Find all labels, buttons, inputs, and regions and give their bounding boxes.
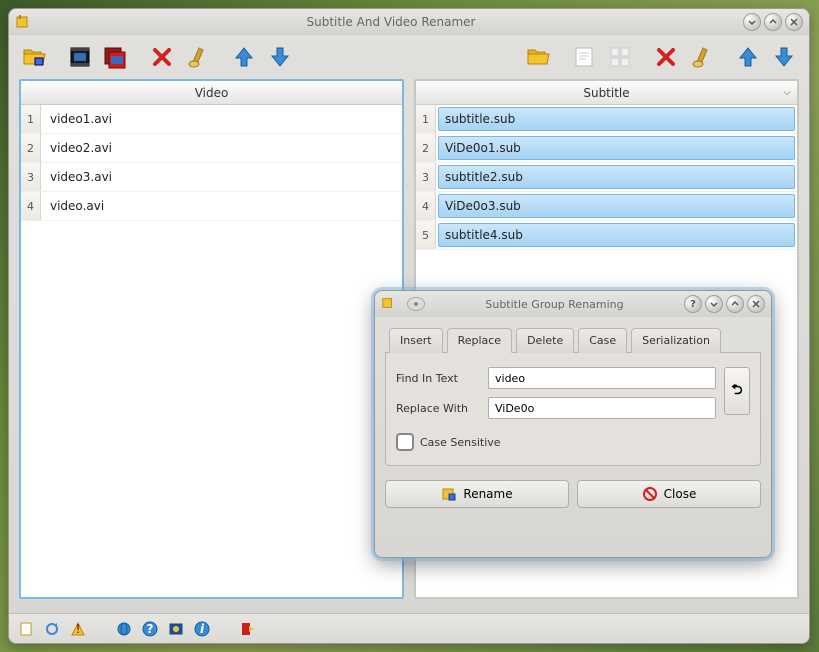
window-buttons bbox=[743, 13, 803, 31]
main-toolbar bbox=[9, 35, 809, 79]
subtitle-panel-header[interactable]: Subtitle ⌵ bbox=[416, 81, 797, 105]
row-number: 2 bbox=[21, 134, 41, 162]
add-subtitle-button[interactable] bbox=[567, 40, 601, 74]
dialog-pin-icon[interactable] bbox=[407, 297, 425, 311]
row-cell: video2.avi bbox=[43, 136, 400, 160]
rename-dialog: Subtitle Group Renaming ? Insert Replace… bbox=[374, 290, 772, 558]
svg-text:!: ! bbox=[76, 622, 81, 636]
tab-case[interactable]: Case bbox=[578, 328, 627, 353]
row-number: 5 bbox=[416, 221, 436, 249]
row-number: 4 bbox=[21, 192, 41, 220]
video-move-up-button[interactable] bbox=[227, 40, 261, 74]
row-cell: video3.avi bbox=[43, 165, 400, 189]
dialog-app-icon bbox=[381, 296, 397, 312]
dialog-window-buttons: ? bbox=[684, 295, 765, 313]
remove-subtitle-button[interactable] bbox=[649, 40, 683, 74]
video-move-down-button[interactable] bbox=[263, 40, 297, 74]
list-row[interactable]: 4ViDe0o3.sub bbox=[416, 192, 797, 221]
main-title: Subtitle And Video Renamer bbox=[39, 15, 743, 29]
row-number: 1 bbox=[21, 105, 41, 133]
info-icon[interactable]: i bbox=[193, 620, 211, 638]
swap-button[interactable]: ݁⮌ bbox=[724, 367, 750, 415]
rename-button-label: Rename bbox=[463, 487, 512, 501]
remove-video-button[interactable] bbox=[145, 40, 179, 74]
video-list[interactable]: 1video1.avi2video2.avi3video3.avi4video.… bbox=[21, 105, 402, 597]
row-cell: subtitle2.sub bbox=[438, 165, 795, 189]
clear-video-button[interactable] bbox=[181, 40, 215, 74]
add-subtitles-button[interactable] bbox=[603, 40, 637, 74]
video-panel-header[interactable]: Video bbox=[21, 81, 402, 105]
main-titlebar: Subtitle And Video Renamer bbox=[9, 9, 809, 35]
case-sensitive-label: Case Sensitive bbox=[420, 436, 501, 449]
rename-button[interactable]: Rename bbox=[385, 480, 569, 508]
add-video-button[interactable] bbox=[63, 40, 97, 74]
list-row[interactable]: 3video3.avi bbox=[21, 163, 402, 192]
document-icon[interactable] bbox=[17, 620, 35, 638]
row-number: 3 bbox=[21, 163, 41, 191]
tab-content-replace: Find In Text Replace With ݁⮌ Case Sensit… bbox=[385, 353, 761, 466]
list-row[interactable]: 2ViDe0o1.sub bbox=[416, 134, 797, 163]
row-number: 1 bbox=[416, 105, 436, 133]
badge-icon[interactable] bbox=[167, 620, 185, 638]
refresh-icon[interactable] bbox=[43, 620, 61, 638]
replace-input[interactable] bbox=[488, 397, 716, 419]
dialog-maximize-button[interactable] bbox=[726, 295, 744, 313]
replace-label: Replace With bbox=[396, 402, 480, 415]
list-row[interactable]: 2video2.avi bbox=[21, 134, 402, 163]
open-subtitle-folder-button[interactable] bbox=[521, 40, 555, 74]
tab-delete[interactable]: Delete bbox=[516, 328, 574, 353]
open-video-folder-button[interactable] bbox=[17, 40, 51, 74]
dialog-close-button[interactable] bbox=[747, 295, 765, 313]
close-button-label: Close bbox=[664, 487, 697, 501]
maximize-button[interactable] bbox=[764, 13, 782, 31]
dialog-title: Subtitle Group Renaming bbox=[425, 298, 684, 311]
dialog-body: Insert Replace Delete Case Serialization… bbox=[375, 317, 771, 518]
chevron-down-icon[interactable]: ⌵ bbox=[783, 87, 791, 98]
globe-icon[interactable] bbox=[115, 620, 133, 638]
list-row[interactable]: 1subtitle.sub bbox=[416, 105, 797, 134]
row-cell: ViDe0o1.sub bbox=[438, 136, 795, 160]
help-icon[interactable]: ? bbox=[141, 620, 159, 638]
clear-subtitle-button[interactable] bbox=[685, 40, 719, 74]
dialog-tabs: Insert Replace Delete Case Serialization bbox=[385, 327, 761, 353]
close-dialog-button[interactable]: Close bbox=[577, 480, 761, 508]
row-cell: subtitle4.sub bbox=[438, 223, 795, 247]
add-videos-button[interactable] bbox=[99, 40, 133, 74]
dialog-help-button[interactable]: ? bbox=[684, 295, 702, 313]
tab-insert[interactable]: Insert bbox=[389, 328, 443, 353]
video-header-label: Video bbox=[195, 86, 229, 100]
subtitle-move-down-button[interactable] bbox=[767, 40, 801, 74]
svg-text:?: ? bbox=[147, 622, 154, 636]
app-icon bbox=[15, 14, 31, 30]
video-panel: Video 1video1.avi2video2.avi3video3.avi4… bbox=[19, 79, 404, 599]
tab-serialization[interactable]: Serialization bbox=[631, 328, 721, 353]
close-button[interactable] bbox=[785, 13, 803, 31]
find-label: Find In Text bbox=[396, 372, 480, 385]
row-number: 2 bbox=[416, 134, 436, 162]
tab-replace[interactable]: Replace bbox=[447, 328, 513, 353]
exit-icon[interactable] bbox=[239, 620, 257, 638]
dialog-minimize-button[interactable] bbox=[705, 295, 723, 313]
find-input[interactable] bbox=[488, 367, 716, 389]
list-row[interactable]: 1video1.avi bbox=[21, 105, 402, 134]
subtitle-header-label: Subtitle bbox=[583, 86, 629, 100]
warning-icon[interactable]: ! bbox=[69, 620, 87, 638]
subtitle-move-up-button[interactable] bbox=[731, 40, 765, 74]
list-row[interactable]: 3subtitle2.sub bbox=[416, 163, 797, 192]
row-cell: subtitle.sub bbox=[438, 107, 795, 131]
row-number: 3 bbox=[416, 163, 436, 191]
row-number: 4 bbox=[416, 192, 436, 220]
row-cell: video1.avi bbox=[43, 107, 400, 131]
row-cell: video.avi bbox=[43, 194, 400, 218]
list-row[interactable]: 4video.avi bbox=[21, 192, 402, 221]
dialog-buttons: Rename Close bbox=[385, 480, 761, 508]
rename-icon bbox=[441, 486, 457, 502]
list-row[interactable]: 5subtitle4.sub bbox=[416, 221, 797, 250]
dialog-titlebar: Subtitle Group Renaming ? bbox=[375, 291, 771, 317]
no-entry-icon bbox=[642, 486, 658, 502]
statusbar: ! ? i bbox=[9, 613, 809, 643]
row-cell: ViDe0o3.sub bbox=[438, 194, 795, 218]
minimize-button[interactable] bbox=[743, 13, 761, 31]
case-sensitive-checkbox[interactable] bbox=[396, 433, 414, 451]
